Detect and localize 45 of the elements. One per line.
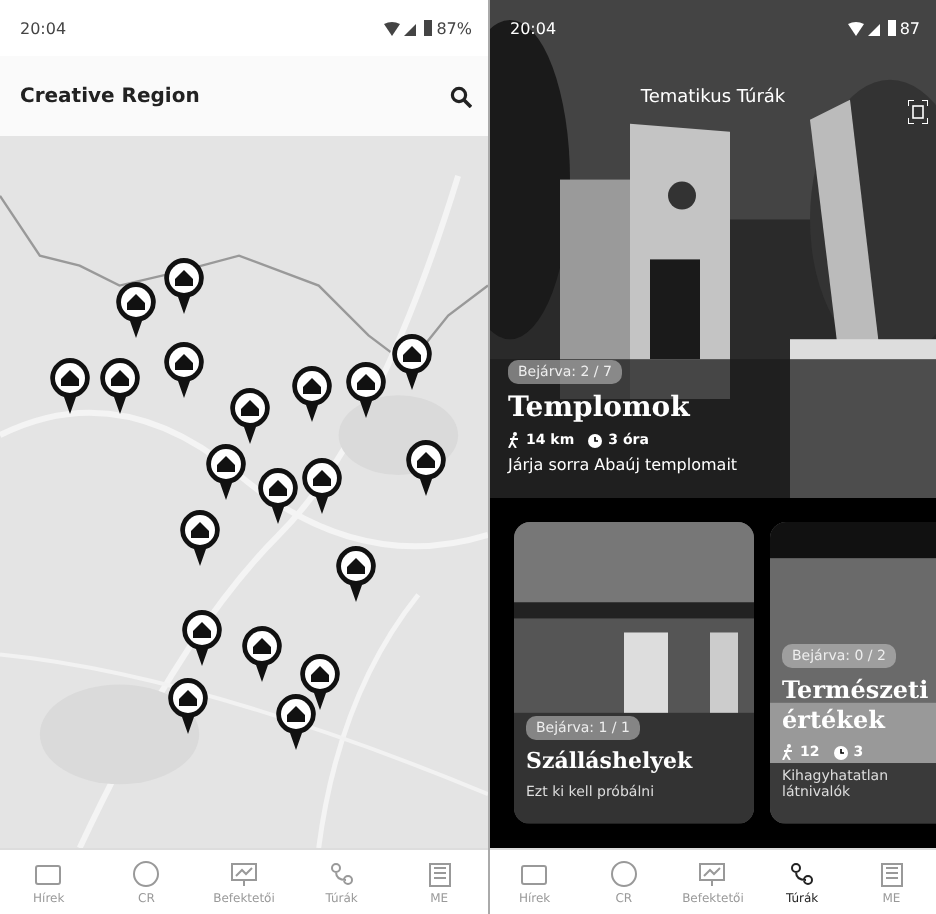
tour-title: Szálláshelyek: [526, 748, 693, 777]
status-time: 20:04: [510, 19, 557, 37]
route-icon: [788, 859, 817, 888]
clock-icon: [833, 745, 848, 760]
map-pin-icon[interactable]: [228, 386, 272, 446]
map-pin-icon[interactable]: [178, 508, 222, 568]
screen-title: Tematikus Túrák: [640, 88, 786, 108]
map-pin-icon[interactable]: [204, 442, 248, 502]
walking-icon: [782, 744, 794, 761]
signal-icon: [384, 21, 421, 35]
map-pin-icon[interactable]: [162, 256, 206, 316]
chart-icon: [698, 859, 727, 888]
walking-icon: [508, 432, 520, 449]
map-pin-icon[interactable]: [300, 456, 344, 516]
map-pin-icon[interactable]: [404, 438, 448, 498]
newspaper-icon: [520, 859, 549, 888]
signal-icon: [847, 21, 884, 35]
map-pin-icon[interactable]: [334, 544, 378, 604]
battery-icon: [887, 20, 896, 36]
battery-icon: [424, 20, 433, 36]
map-pin-icon[interactable]: [290, 364, 334, 424]
clock-icon: [588, 433, 603, 448]
tour-title[interactable]: Templomok: [508, 392, 690, 425]
map-pin-icon[interactable]: [98, 356, 142, 416]
map-pin-icon[interactable]: [240, 624, 284, 684]
tour-title: Természeti értékek: [782, 676, 931, 737]
newspaper-icon: [34, 859, 63, 887]
app-title: Creative Region: [20, 85, 200, 107]
map-pin-icon[interactable]: [180, 608, 224, 668]
map-pin-icon[interactable]: [256, 466, 300, 526]
map-pin-icon[interactable]: [344, 360, 388, 420]
route-icon: [327, 859, 356, 887]
status-time: 20:04: [20, 19, 67, 37]
search-icon[interactable]: [450, 85, 472, 107]
map-pin-icon[interactable]: [166, 676, 210, 736]
battery-level: 87%: [436, 19, 472, 37]
tour-description: Járja sorra Abaúj templomait: [508, 456, 738, 475]
map-pin-icon[interactable]: [390, 332, 434, 392]
map-pin-icon[interactable]: [162, 340, 206, 400]
map-pin-icon[interactable]: [274, 692, 318, 752]
battery-level: 87: [899, 19, 920, 37]
map-pin-icon[interactable]: [114, 280, 158, 340]
chart-icon: [229, 859, 258, 887]
scan-icon[interactable]: [908, 100, 928, 124]
map-pin-icon[interactable]: [48, 356, 92, 416]
